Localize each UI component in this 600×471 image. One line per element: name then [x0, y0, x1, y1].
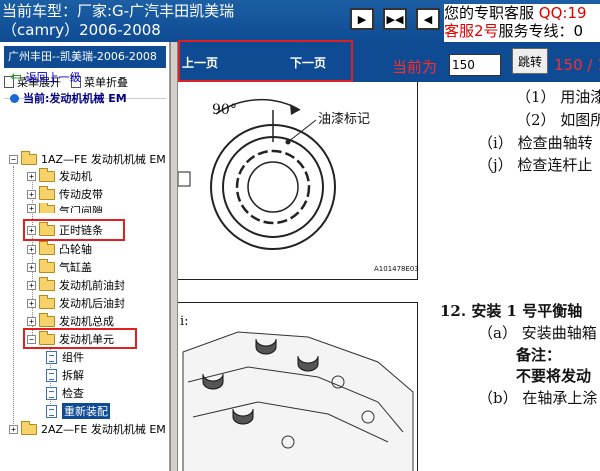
service-label: 您的专职客服	[444, 4, 539, 22]
service-qq-link[interactable]: QQ:19	[539, 4, 587, 22]
tree-item-engine[interactable]: + 发动机	[27, 167, 92, 185]
tree-item-valve-clearance[interactable]: + 气门间隙	[27, 203, 103, 213]
step-2-text: （2） 如图所	[516, 111, 600, 129]
tree-item-label: 气缸盖	[59, 261, 92, 274]
document-pane: 90° 油漆标记 A101478E03 i: （1） 用油漆 （2） 如图所 （…	[178, 82, 600, 471]
pane-splitter[interactable]	[170, 42, 178, 471]
tree-item-label: 发动机后油封	[59, 297, 125, 310]
tree-item-label: 凸轮轴	[59, 243, 92, 256]
tree-item-label: 拆解	[62, 369, 84, 382]
page-icon	[46, 386, 57, 400]
tree-item-cylinder-head[interactable]: + 气缸盖	[27, 258, 92, 276]
expand-icon[interactable]: +	[27, 244, 36, 254]
tree-item-reassembly[interactable]: 重新装配	[46, 402, 110, 420]
expand-icon[interactable]: +	[27, 204, 36, 213]
step-a-text: （a） 安装曲轴箱	[478, 324, 597, 342]
expand-icon[interactable]: +	[27, 262, 36, 272]
nav-last-button[interactable]: ◀	[416, 8, 440, 30]
expand-icon[interactable]: +	[27, 171, 36, 181]
tree-item-2az-engine[interactable]: +2AZ—FE 发动机机械 EM	[9, 420, 166, 438]
nav-toggle-button[interactable]: ▶◀	[383, 8, 407, 30]
tree-item-label: 发动机前油封	[59, 279, 125, 292]
back-arrow-icon: ⇦	[10, 69, 22, 85]
bearing-figure	[182, 331, 414, 471]
expand-icon[interactable]: +	[9, 424, 18, 434]
folder-icon	[39, 294, 55, 309]
car-model-label: 当前车型：厂家:G-广汽丰田凯美瑞 （camry）2006-2008	[2, 2, 235, 39]
menu-collapse-label: 菜单折叠	[84, 76, 128, 89]
pin-icon	[10, 93, 19, 103]
tree-connector	[13, 166, 14, 430]
tree-item-label: 组件	[62, 351, 84, 364]
tree-item-front-oil-seal[interactable]: + 发动机前油封	[27, 276, 125, 294]
current-section: 当前:发动机机械 EM	[10, 90, 127, 106]
back-link[interactable]: ⇦ 返回上一级	[10, 69, 81, 85]
nav-first-button[interactable]: ▶	[350, 8, 374, 30]
expand-icon[interactable]: +	[27, 189, 36, 199]
page-total-label: 150 / 1	[554, 56, 600, 74]
collapse-icon[interactable]: −	[9, 154, 18, 164]
tree-item-label: 检查	[62, 387, 84, 400]
expand-icon[interactable]: +	[27, 298, 36, 308]
tree-item-label: 气门间隙	[59, 205, 103, 213]
folder-icon	[39, 258, 55, 273]
engine-unit-highlight	[23, 328, 137, 349]
timing-chain-highlight	[23, 219, 125, 241]
tree-item-components[interactable]: 组件	[46, 348, 84, 366]
jump-button[interactable]: 跳转	[512, 48, 548, 74]
service-hotline-label: 服务专线：0	[498, 22, 584, 40]
folder-icon	[39, 312, 55, 327]
section-12-heading: 12. 安装 1 号平衡轴	[440, 302, 583, 320]
tree-item-disassembly[interactable]: 拆解	[46, 366, 84, 384]
folder-icon	[39, 240, 55, 255]
note-text: 不要将发动	[516, 367, 592, 385]
app-window: 当前车型：厂家:G-广汽丰田凯美瑞 （camry）2006-2008 ▶ ▶◀ …	[0, 0, 600, 471]
folder-icon	[39, 203, 55, 213]
current-page-label: 当前为	[392, 58, 438, 76]
step-i-text: （i） 检查曲轴转	[478, 134, 593, 152]
current-section-label: 当前:发动机机械 EM	[23, 92, 127, 105]
page-icon	[46, 368, 57, 382]
back-link-label: 返回上一级	[25, 71, 81, 84]
tree-item-label: 1AZ—FE 发动机机械 EM	[41, 153, 166, 166]
tree-item-1az-engine[interactable]: − 1AZ—FE 发动机机械 EM	[9, 150, 166, 168]
figure-code: A101478E03	[374, 265, 419, 273]
step-j-text: （j） 检查连杆止	[478, 156, 593, 174]
folder-icon	[39, 185, 55, 200]
tree-item-label: 2AZ—FE 发动机机械 EM	[41, 423, 166, 436]
folder-icon	[21, 420, 37, 435]
tree-item-label: 发动机	[59, 170, 92, 183]
tree-item-label: 重新装配	[62, 403, 110, 419]
sidebar-title: 广州丰田--凯美瑞-2006-2008	[4, 46, 166, 68]
expand-icon[interactable]: +	[27, 316, 36, 326]
tree-item-label: 传动皮带	[59, 188, 103, 201]
tree-item-label: 发动机总成	[59, 315, 114, 328]
paint-mark-label: 油漆标记	[318, 112, 371, 127]
tree-item-inspection[interactable]: 检查	[46, 384, 84, 402]
service-2-link[interactable]: 客服2号	[444, 22, 499, 40]
folder-icon	[39, 167, 55, 182]
tree-item-rear-oil-seal[interactable]: + 发动机后油封	[27, 294, 125, 312]
step-b-text: （b） 在轴承上涂	[478, 389, 598, 407]
page-number-input[interactable]	[449, 54, 501, 76]
tree-item-drive-belt[interactable]: + 传动皮带	[27, 185, 103, 203]
page-nav-highlight	[178, 40, 353, 82]
folder-icon	[39, 276, 55, 291]
page-icon	[46, 404, 57, 418]
note-label: 备注：	[516, 346, 562, 364]
service-panel: 您的专职客服 QQ:19 客服2号服务专线：0	[444, 4, 600, 44]
angle-label: 90°	[212, 102, 237, 118]
tree-item-camshaft[interactable]: + 凸轮轴	[27, 240, 92, 258]
page-icon	[46, 350, 57, 364]
folder-icon	[21, 150, 37, 165]
step-1-text: （1） 用油漆	[516, 88, 600, 106]
expand-icon[interactable]: +	[27, 280, 36, 290]
